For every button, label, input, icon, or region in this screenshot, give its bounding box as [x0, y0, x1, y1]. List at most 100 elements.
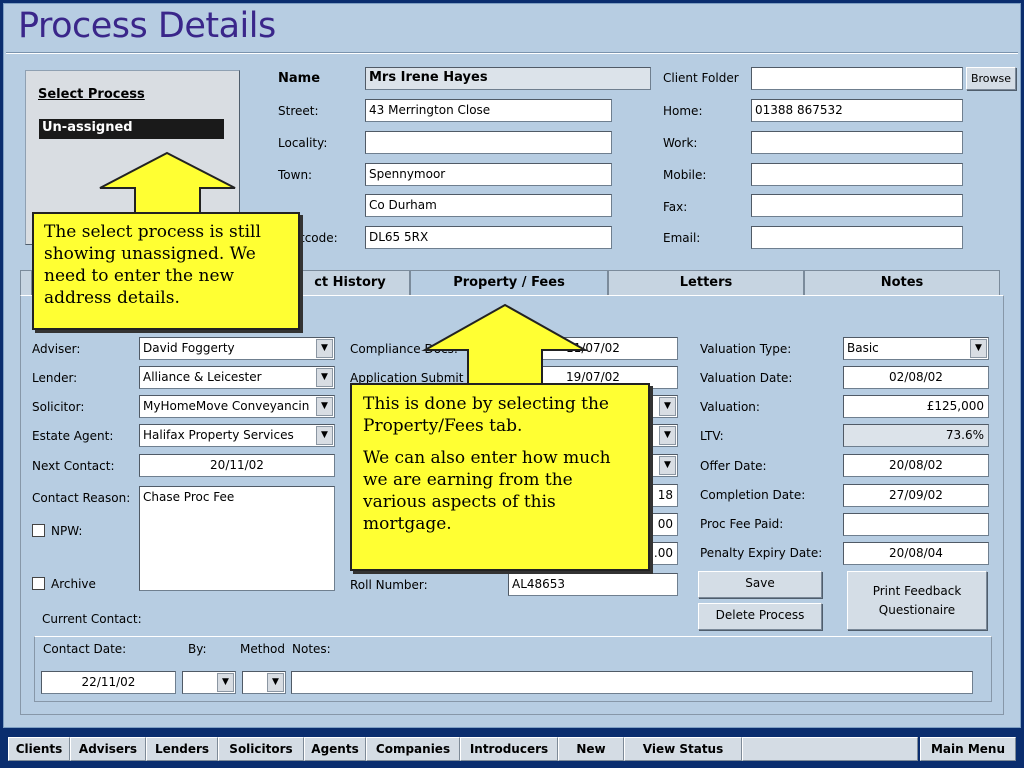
contact-by-select[interactable]: ▼	[182, 671, 236, 694]
archive-checkbox[interactable]	[32, 577, 45, 590]
lender-value: Alliance & Leicester	[143, 370, 262, 384]
postcode-field[interactable]: DL65 5RX	[365, 226, 612, 249]
delete-process-button[interactable]: Delete Process	[698, 603, 822, 630]
npw-label: NPW:	[51, 524, 83, 538]
completion-date-field[interactable]: 27/09/02	[843, 484, 989, 507]
title-divider	[6, 52, 1018, 54]
dropdown-arrow-icon[interactable]: ▼	[316, 368, 333, 387]
county-field[interactable]: Co Durham	[365, 194, 612, 217]
dropdown-arrow-icon[interactable]: ▼	[659, 426, 676, 445]
callout-select-process-text: The select process is still showing unas…	[44, 222, 261, 308]
main-menu-button[interactable]: Main Menu	[920, 737, 1016, 761]
dropdown-arrow-icon[interactable]: ▼	[659, 456, 676, 475]
select-process-label: Select Process	[38, 87, 145, 102]
solicitors-button[interactable]: Solicitors	[218, 737, 304, 761]
solicitor-select[interactable]: MyHomeMove Conveyancin ▼	[139, 395, 335, 418]
work-label: Work:	[663, 136, 698, 150]
work-phone-field[interactable]	[751, 131, 963, 154]
contact-date-field[interactable]: 22/11/02	[41, 671, 176, 694]
email-label: Email:	[663, 231, 701, 245]
current-contact-label: Current Contact:	[42, 612, 142, 626]
select-process-list-item[interactable]: Un-assigned	[39, 119, 224, 139]
companies-button[interactable]: Companies	[366, 737, 460, 761]
view-status-button[interactable]: View Status	[624, 737, 742, 761]
proc-fee-paid-field[interactable]	[843, 513, 989, 536]
estate-agent-label: Estate Agent:	[32, 429, 114, 443]
lender-select[interactable]: Alliance & Leicester ▼	[139, 366, 335, 389]
print-feedback-button[interactable]: Print Feedback Questionaire	[847, 571, 987, 630]
tab-notes[interactable]: Notes	[804, 270, 1000, 296]
contact-reason-label: Contact Reason:	[32, 491, 131, 505]
offer-date-field[interactable]: 20/08/02	[843, 454, 989, 477]
tab-contact-details[interactable]	[20, 270, 32, 296]
mobile-field[interactable]	[751, 163, 963, 186]
valuation-field[interactable]: £125,000	[843, 395, 989, 418]
callout-property-fees: This is done by selecting the Property/F…	[350, 383, 650, 571]
town-label: Town:	[278, 168, 313, 182]
estate-agent-value: Halifax Property Services	[143, 428, 294, 442]
notes-label: Notes:	[292, 642, 331, 656]
email-field[interactable]	[751, 226, 963, 249]
dropdown-arrow-icon[interactable]: ▼	[970, 339, 987, 358]
print-feedback-label-line1: Print Feedback	[872, 584, 962, 598]
dropdown-arrow-icon[interactable]: ▼	[316, 426, 333, 445]
taskbar-spacer	[742, 737, 918, 761]
solicitor-label: Solicitor:	[32, 400, 85, 414]
lenders-button[interactable]: Lenders	[146, 737, 218, 761]
dropdown-arrow-icon[interactable]: ▼	[659, 397, 676, 416]
print-feedback-label-line2: Questionaire	[878, 603, 956, 617]
tab-contact-history[interactable]: ct History	[290, 270, 410, 296]
solicitor-value: MyHomeMove Conveyancin	[143, 399, 310, 413]
name-field[interactable]: Mrs Irene Hayes	[365, 67, 651, 90]
tab-property-fees[interactable]: Property / Fees	[410, 270, 608, 296]
adviser-label: Adviser:	[32, 342, 81, 356]
valuation-date-field[interactable]: 02/08/02	[843, 366, 989, 389]
next-contact-field[interactable]: 20/11/02	[139, 454, 335, 477]
save-button[interactable]: Save	[698, 571, 822, 598]
client-folder-field[interactable]	[751, 67, 963, 90]
proc-fee-paid-label: Proc Fee Paid:	[700, 517, 784, 531]
roll-number-field[interactable]: AL48653	[508, 573, 678, 596]
name-label: Name	[278, 71, 321, 86]
next-contact-label: Next Contact:	[32, 459, 115, 473]
fax-field[interactable]	[751, 194, 963, 217]
dropdown-arrow-icon[interactable]: ▼	[267, 673, 284, 692]
valuation-label: Valuation:	[700, 400, 760, 414]
roll-number-label: Roll Number:	[350, 578, 428, 592]
browse-button[interactable]: Browse	[966, 67, 1016, 90]
npw-checkbox[interactable]	[32, 524, 45, 537]
valuation-type-select[interactable]: Basic ▼	[843, 337, 989, 360]
contact-notes-field[interactable]	[291, 671, 973, 694]
offer-date-label: Offer Date:	[700, 459, 767, 473]
penalty-expiry-label: Penalty Expiry Date:	[700, 546, 823, 560]
valuation-date-label: Valuation Date:	[700, 371, 793, 385]
callout-arrow-up-right	[421, 303, 589, 391]
locality-field[interactable]	[365, 131, 612, 154]
callout-select-process: The select process is still showing unas…	[32, 212, 300, 330]
valuation-type-value: Basic	[847, 341, 879, 355]
estate-agent-select[interactable]: Halifax Property Services ▼	[139, 424, 335, 447]
dropdown-arrow-icon[interactable]: ▼	[217, 673, 234, 692]
introducers-button[interactable]: Introducers	[460, 737, 558, 761]
dropdown-arrow-icon[interactable]: ▼	[316, 339, 333, 358]
home-label: Home:	[663, 104, 703, 118]
penalty-expiry-field[interactable]: 20/08/04	[843, 542, 989, 565]
contact-method-select[interactable]: ▼	[242, 671, 286, 694]
completion-date-label: Completion Date:	[700, 488, 806, 502]
agents-button[interactable]: Agents	[304, 737, 366, 761]
contact-reason-field[interactable]: Chase Proc Fee	[139, 486, 335, 591]
town-field[interactable]: Spennymoor	[365, 163, 612, 186]
new-button[interactable]: New	[558, 737, 624, 761]
dropdown-arrow-icon[interactable]: ▼	[316, 397, 333, 416]
postcode-label: tcode:	[300, 231, 338, 245]
adviser-select[interactable]: David Foggerty ▼	[139, 337, 335, 360]
ltv-label: LTV:	[700, 429, 724, 443]
fax-label: Fax:	[663, 200, 688, 214]
tab-letters[interactable]: Letters	[608, 270, 804, 296]
home-phone-field[interactable]: 01388 867532	[751, 99, 963, 122]
street-field[interactable]: 43 Merrington Close	[365, 99, 612, 122]
client-folder-label: Client Folder	[663, 71, 739, 85]
clients-button[interactable]: Clients	[8, 737, 70, 761]
valuation-type-label: Valuation Type:	[700, 342, 792, 356]
advisers-button[interactable]: Advisers	[70, 737, 146, 761]
